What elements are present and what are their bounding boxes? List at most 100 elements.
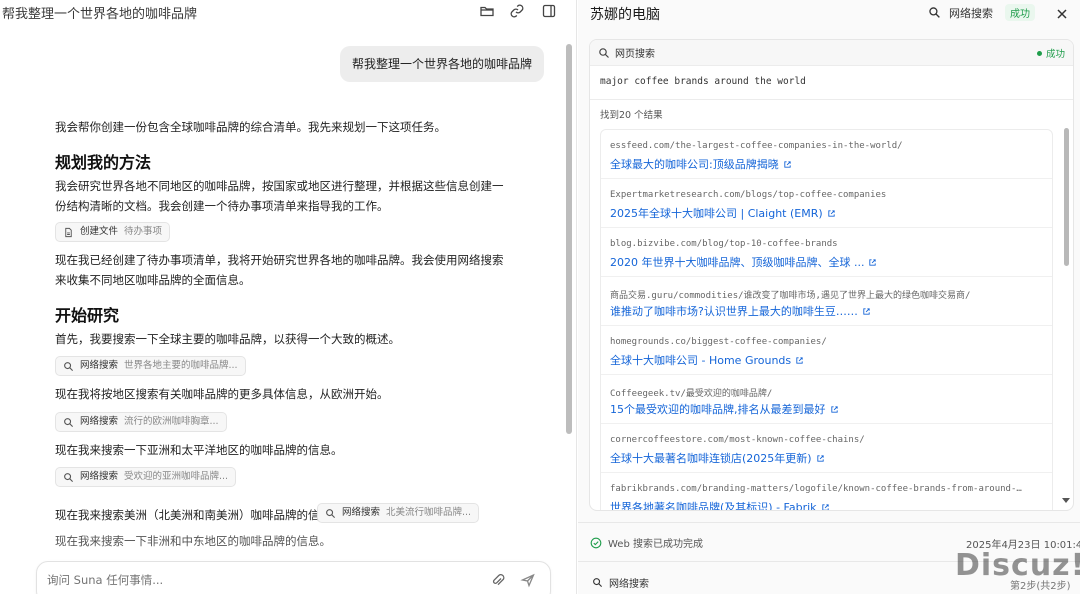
file-icon (65, 227, 72, 237)
result-url: Expertmarketresearch.com/blogs/top-coffe… (610, 190, 887, 200)
search-result: cornercoffeestore.com/most-known-coffee-… (601, 424, 1052, 473)
tool-chip-arg: 受欢迎的亚洲咖啡品牌... (124, 471, 229, 482)
step-nav[interactable]: 网络搜索 (592, 575, 649, 590)
tool-chip-action: 网络搜索 (342, 507, 381, 518)
web-search-card: 网页搜索 成功 major coffee brands around the w… (589, 39, 1074, 511)
message-input[interactable] (47, 573, 447, 587)
tool-chip-create-file[interactable]: 创建文件 待办事项 (55, 222, 171, 242)
todo-text-line: 来收集不同地区咖啡品牌的全面信息。 (55, 273, 251, 287)
search-icon (64, 472, 74, 482)
step-tool-name: 网络搜索 (609, 579, 649, 590)
card-label: 网页搜索 (615, 49, 655, 60)
search-query: major coffee brands around the world (600, 76, 806, 87)
completion-status: Web 搜索已成功完成 (590, 535, 703, 550)
result-url: essfeed.com/the-largest-coffee-companies… (610, 141, 903, 151)
tool-chip-action: 创建文件 (80, 226, 119, 237)
tool-status-pill: 网络搜索 成功 (928, 4, 1035, 21)
results-list: essfeed.com/the-largest-coffee-companies… (600, 129, 1053, 510)
result-title[interactable]: 全球最大的咖啡公司:顶级品牌揭晓 (610, 156, 779, 172)
search-icon (326, 508, 336, 518)
result-title[interactable]: 谁推动了咖啡市场?认识世界上最大的咖啡生豆…… (610, 303, 858, 319)
search-result: blog.bizvibe.com/blog/top-10-coffee-bran… (601, 228, 1052, 277)
search-result: 商品交易.guru/commodities/谁改变了咖啡市场,遇见了世界上最大的… (601, 277, 1052, 326)
result-title-link[interactable]: 全球最大的咖啡公司:顶级品牌揭晓 (610, 156, 792, 172)
tool-chip-arg: 待办事项 (124, 226, 163, 237)
external-link-icon (828, 209, 835, 217)
search-result: Expertmarketresearch.com/blogs/top-coffe… (601, 179, 1052, 228)
divider (590, 99, 1073, 100)
chat-panel: 帮我整理一个世界各地的咖啡品牌 帮我整理一个世界各地的咖啡品牌 我会帮你创建一份… (0, 0, 577, 594)
result-url: blog.bizvibe.com/blog/top-10-coffee-bran… (610, 239, 838, 249)
tool-chip-action: 网络搜索 (80, 416, 119, 427)
result-url: cornercoffeestore.com/most-known-coffee-… (610, 435, 865, 445)
divider (578, 522, 1080, 523)
check-circle-icon (590, 537, 602, 548)
result-title-link[interactable]: 2025年全球十大咖啡公司 | Claight (EMR) (610, 205, 836, 221)
status-badge: 成功 (1005, 4, 1035, 21)
tool-chip-action: 网络搜索 (80, 471, 119, 482)
scroll-down-arrow-icon[interactable] (1062, 498, 1070, 503)
tool-chip-web-search[interactable]: 网络搜索 世界各地主要的咖啡品牌... (55, 356, 246, 376)
plan-text-line: 我会研究世界各地不同地区的咖啡品牌，按国家或地区进行整理，并根据这些信息创建一 (55, 179, 504, 193)
result-url: Coffeegeek.tv/最受欢迎的咖啡品牌/ (610, 389, 773, 399)
results-scrollbar[interactable] (1064, 128, 1069, 266)
search-icon (593, 578, 603, 588)
external-link-icon (796, 356, 803, 364)
user-message: 帮我整理一个世界各地的咖啡品牌 (339, 46, 544, 82)
search-icon (64, 361, 74, 371)
panel-toggle-icon[interactable] (541, 3, 557, 19)
tool-chip-web-search[interactable]: 网络搜索 受欢迎的亚洲咖啡品牌... (55, 467, 237, 487)
card-header: 网页搜索 成功 (590, 40, 1073, 66)
result-title[interactable]: 全球十大最著名咖啡连锁店(2025年更新) (610, 450, 812, 466)
result-title-link[interactable]: 世界各地著名咖啡品牌(及其标识) - Fabrik (610, 499, 830, 510)
research-text: 现在我来搜索美洲（北美洲和南美洲）咖啡品牌的信息。 (55, 508, 343, 522)
search-result: homegrounds.co/biggest-coffee-companies/… (601, 326, 1052, 375)
completion-text: Web 搜索已成功完成 (608, 539, 703, 550)
computer-panel: 苏娜的电脑 网络搜索 成功 网页搜索 成功 major coffee brand… (578, 0, 1080, 594)
research-text: 现在我来搜索一下亚洲和太平洋地区的咖啡品牌的信息。 (55, 443, 343, 457)
result-title[interactable]: 世界各地著名咖啡品牌(及其标识) - Fabrik (610, 499, 817, 510)
close-icon[interactable] (1055, 6, 1069, 20)
search-result: Coffeegeek.tv/最受欢迎的咖啡品牌/ 15个最受欢迎的咖啡品牌,排名… (601, 375, 1052, 424)
chat-title: 帮我整理一个世界各地的咖啡品牌 (2, 7, 198, 22)
tool-chip-web-search[interactable]: 网络搜索 流行的欧洲咖啡胸章... (55, 412, 227, 432)
plan-text-line: 份结构清晰的文档。我会创建一个待办事项清单来指导我的工作。 (55, 199, 389, 213)
result-title-link[interactable]: 谁推动了咖啡市场?认识世界上最大的咖啡生豆…… (610, 303, 871, 319)
card-status: 成功 (1037, 46, 1065, 60)
tool-chip-web-search[interactable]: 网络搜索 北美流行咖啡品牌... (317, 503, 480, 523)
link-icon[interactable] (509, 3, 525, 19)
result-url: fabrikbrands.com/branding-matters/logofi… (610, 484, 1022, 494)
search-result: fabrikbrands.com/branding-matters/logofi… (601, 473, 1052, 510)
result-title[interactable]: 2025年全球十大咖啡公司 | Claight (EMR) (610, 205, 823, 221)
search-icon (64, 417, 74, 427)
result-title[interactable]: 15个最受欢迎的咖啡品牌,排名从最差到最好 (610, 401, 826, 417)
message-composer[interactable] (36, 561, 551, 594)
folder-icon[interactable] (479, 3, 495, 19)
external-link-icon (830, 405, 838, 413)
search-result: essfeed.com/the-largest-coffee-companies… (601, 130, 1052, 179)
search-icon (929, 7, 940, 18)
result-count: 找到20 个结果 (600, 110, 663, 121)
research-text: 首先，我要搜索一下全球主要的咖啡品牌，以获得一个大致的概述。 (55, 332, 400, 346)
result-title-link[interactable]: 全球十大咖啡公司 - Home Grounds (610, 352, 804, 368)
result-title-link[interactable]: 15个最受欢迎的咖啡品牌,排名从最差到最好 (610, 401, 839, 417)
result-title[interactable]: 全球十大咖啡公司 - Home Grounds (610, 352, 791, 368)
heading-plan: 规划我的方法 (55, 153, 152, 172)
paperclip-icon[interactable] (490, 572, 506, 588)
result-url: 商品交易.guru/commodities/谁改变了咖啡市场,遇见了世界上最大的… (610, 291, 971, 301)
send-icon[interactable] (520, 572, 536, 588)
result-title-link[interactable]: 2020 年世界十大咖啡品牌、顶级咖啡品牌、全球 ... (610, 254, 877, 270)
external-link-icon (869, 258, 877, 266)
heading-research: 开始研究 (55, 306, 120, 325)
watermark-logo: Discuz! (955, 548, 1080, 583)
assistant-intro: 我会帮你创建一份包含全球咖啡品牌的综合清单。我先来规划一下这项任务。 (55, 120, 446, 134)
external-link-icon (816, 454, 824, 462)
computer-title: 苏娜的电脑 (590, 7, 660, 23)
search-icon (599, 48, 609, 58)
result-title-link[interactable]: 全球十大最著名咖啡连锁店(2025年更新) (610, 450, 825, 466)
chat-scrollbar[interactable] (566, 44, 572, 434)
result-title[interactable]: 2020 年世界十大咖啡品牌、顶级咖啡品牌、全球 ... (610, 254, 864, 270)
tool-chip-arg: 北美流行咖啡品牌... (386, 507, 472, 518)
research-text: 现在我来搜索一下非洲和中东地区的咖啡品牌的信息。 (55, 534, 331, 548)
external-link-icon (821, 503, 829, 510)
